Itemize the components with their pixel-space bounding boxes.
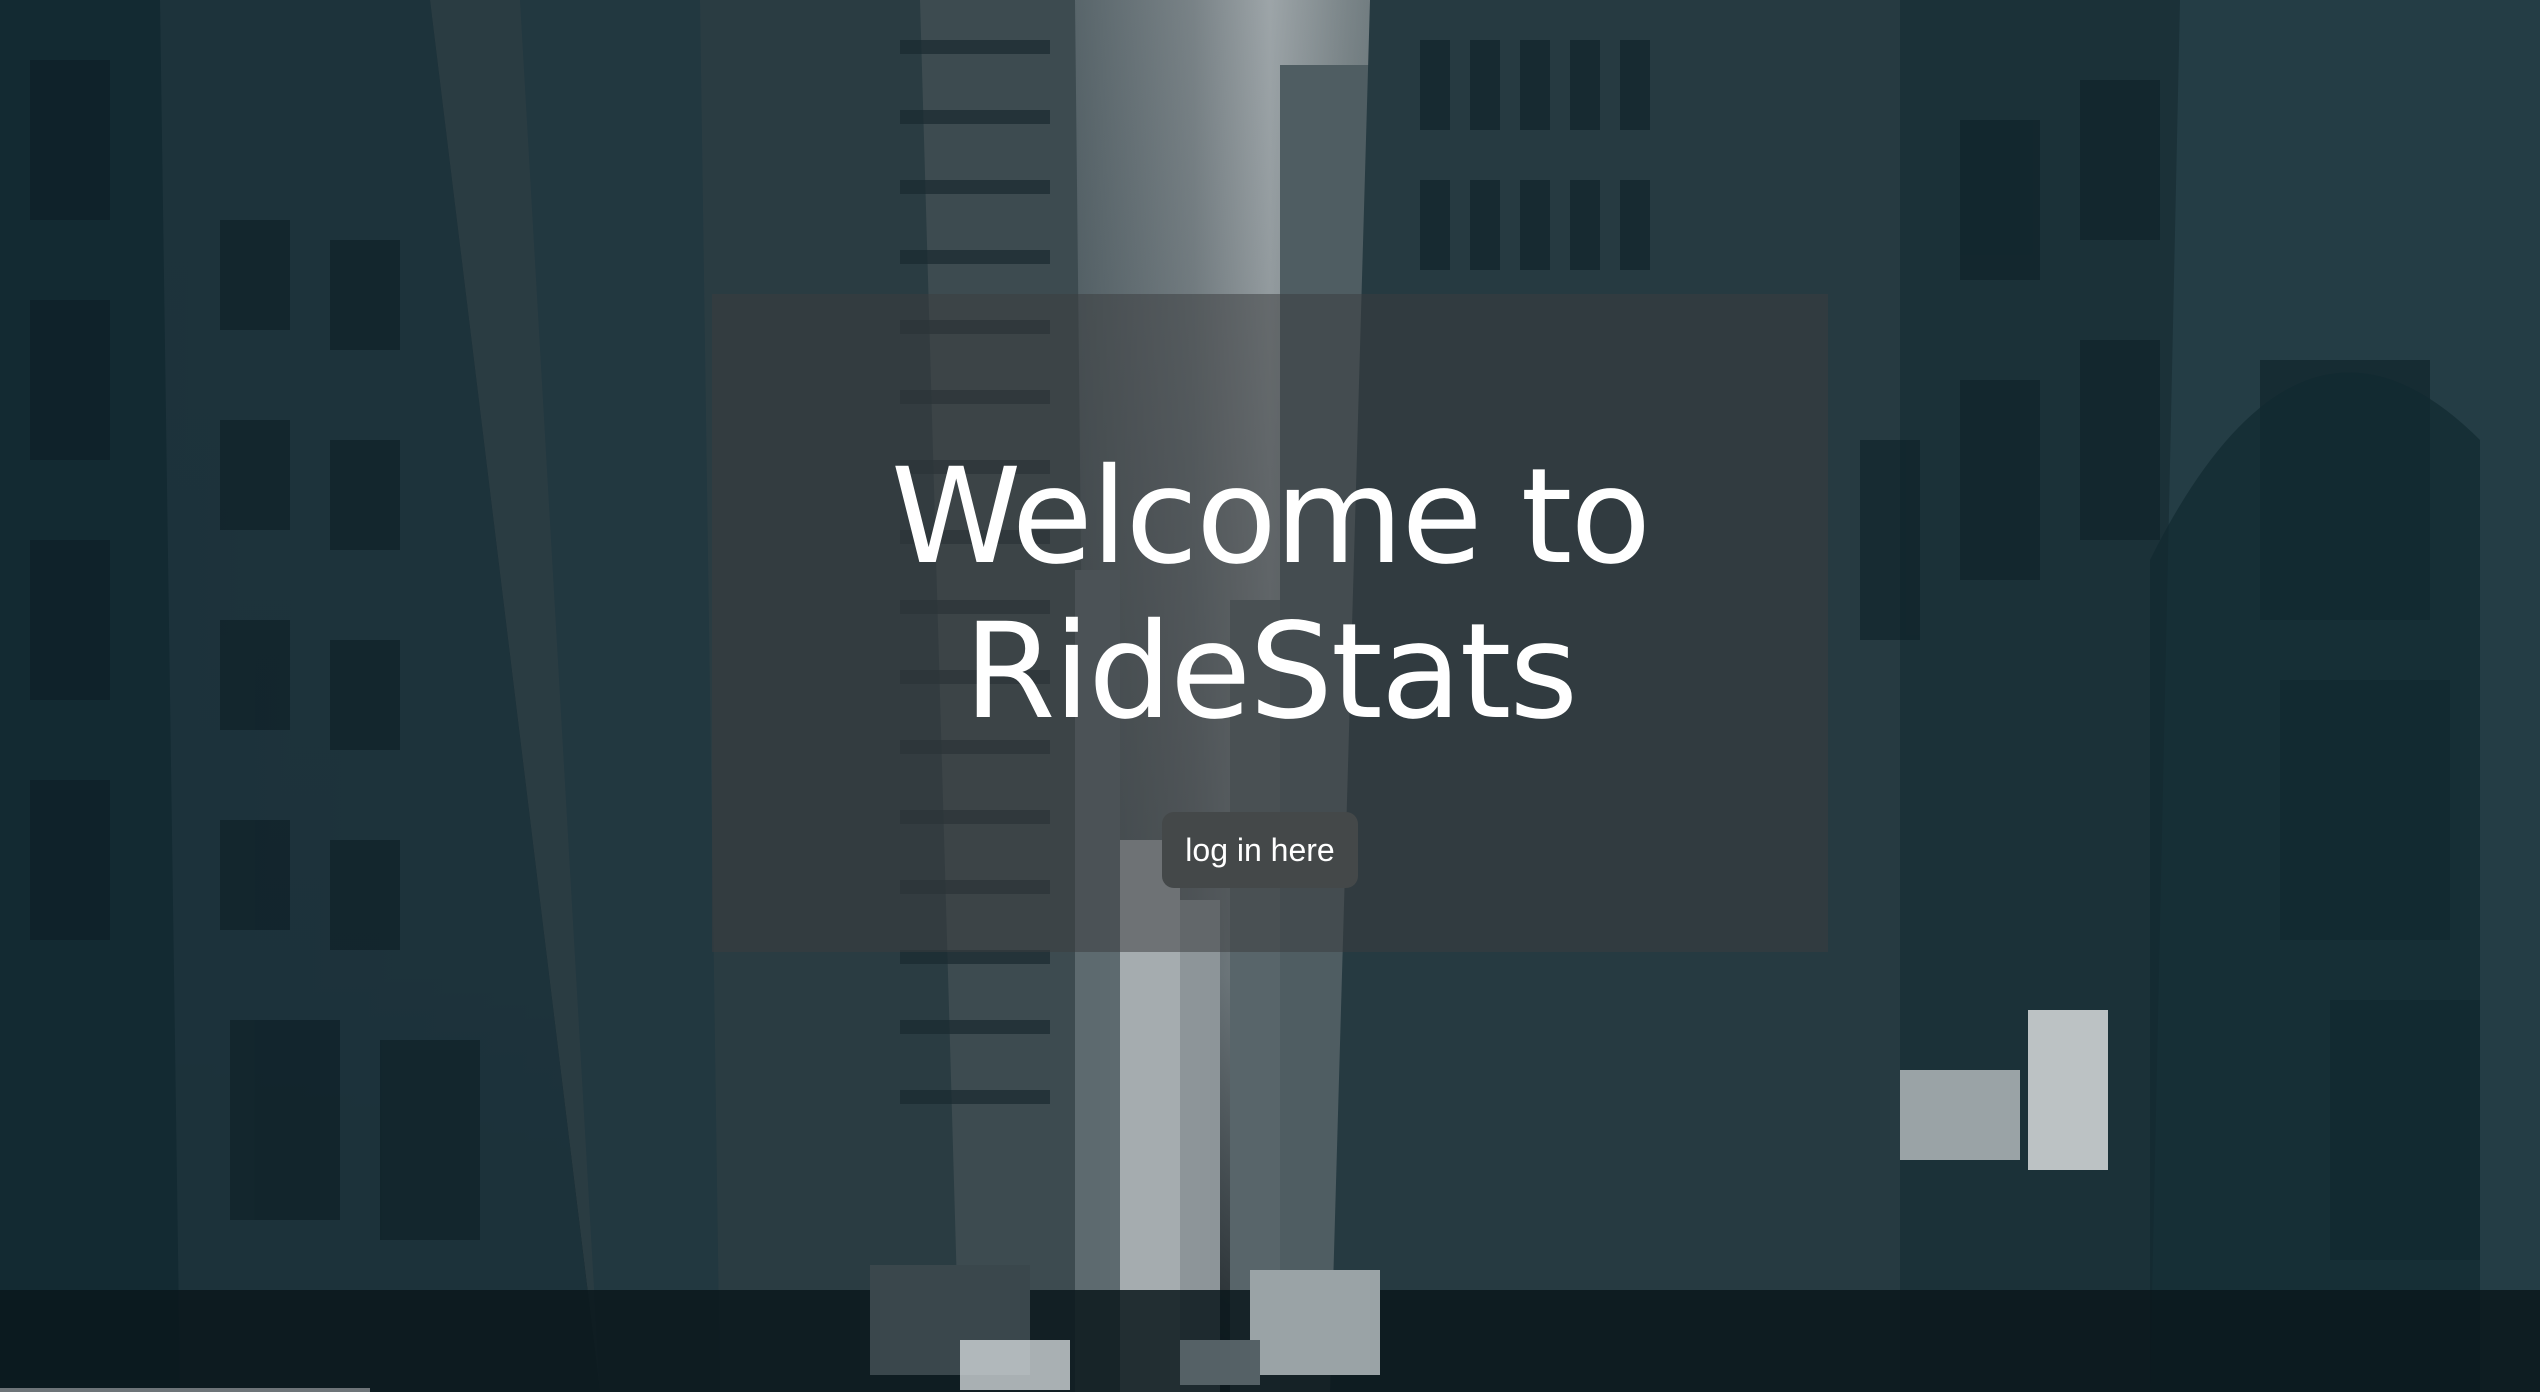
- title-line-app-name: RideStats: [963, 595, 1578, 749]
- bottom-divider: [0, 1388, 370, 1392]
- login-button[interactable]: log in here: [1162, 812, 1358, 888]
- page-title: Welcome to RideStats: [712, 440, 1828, 750]
- title-line-welcome: Welcome to: [890, 440, 1651, 594]
- hero-section: Welcome to RideStats log in here: [0, 0, 2540, 1392]
